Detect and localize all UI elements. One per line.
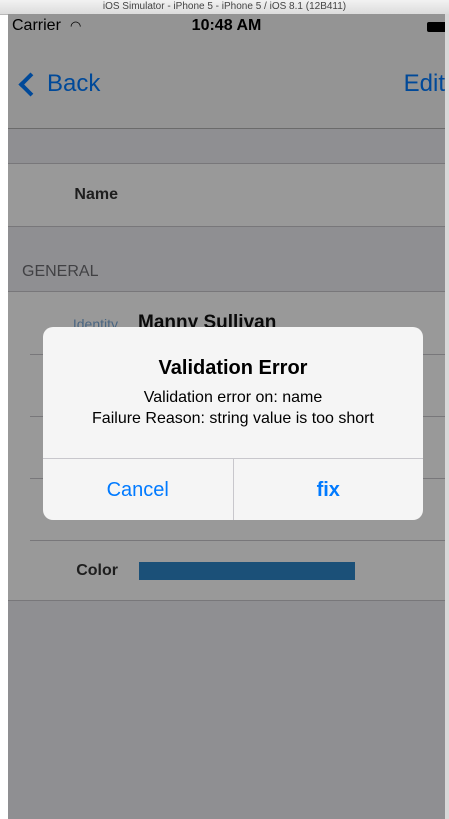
alert-message: Validation error on: name Failure Reason… — [43, 387, 423, 429]
alert-message-line2: Failure Reason: string value is too shor… — [92, 410, 374, 427]
fix-button[interactable]: fix — [234, 459, 424, 520]
alert-title: Validation Error — [158, 357, 308, 379]
validation-alert: Validation Error Validation error on: na… — [43, 327, 423, 520]
alert-button-row: Cancel fix — [43, 458, 423, 520]
cancel-button[interactable]: Cancel — [43, 459, 234, 520]
simulator-title-bar: iOS Simulator - iPhone 5 - iPhone 5 / iO… — [0, 0, 449, 15]
simulator-title: iOS Simulator - iPhone 5 - iPhone 5 / iO… — [102, 1, 347, 12]
alert-message-line1: Validation error on: name — [143, 389, 323, 406]
simulator-frame-edge — [445, 14, 449, 819]
